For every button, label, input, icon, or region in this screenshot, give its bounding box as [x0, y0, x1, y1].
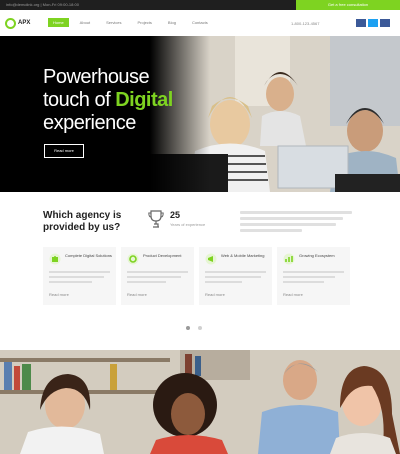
service-card-link[interactable]: Read more: [205, 292, 225, 297]
service-card-title: Complete Digital Solutions: [65, 253, 112, 258]
stat-label: Years of experience: [170, 222, 206, 227]
chart-icon: [283, 253, 295, 265]
service-card[interactable]: Complete Digital Solutions Read more: [43, 247, 116, 305]
nav-item-services[interactable]: Services: [101, 18, 126, 27]
services-section: Which agency is provided by us? 25 Years…: [0, 192, 400, 350]
top-bar: info@demolink.org | Mon-Fri 09:00-18:00 …: [0, 0, 400, 10]
section-description: [240, 211, 352, 235]
gear-icon: [127, 253, 139, 265]
linkedin-icon[interactable]: [380, 19, 390, 27]
service-card-link[interactable]: Read more: [283, 292, 303, 297]
hero-title-line-1: Powerhouse: [43, 66, 150, 88]
logo[interactable]: APX: [5, 17, 30, 29]
nav-item-home[interactable]: Home: [48, 18, 69, 27]
team-photo: [0, 350, 400, 454]
brand-name: APX: [18, 20, 31, 26]
trophy-icon: [148, 210, 164, 228]
nav-item-about[interactable]: About: [75, 18, 95, 27]
contact-info: info@demolink.org | Mon-Fri 09:00-18:00: [6, 2, 79, 7]
service-cards: Complete Digital Solutions Read more Pro…: [43, 247, 350, 305]
twitter-icon[interactable]: [368, 19, 378, 27]
team-photo-illustration: [0, 350, 400, 454]
section-heading: Which agency is provided by us?: [43, 210, 122, 233]
service-card[interactable]: Product Development Read more: [121, 247, 194, 305]
hero-read-more-button[interactable]: Read more: [44, 144, 84, 158]
nav-item-projects[interactable]: Projects: [132, 18, 156, 27]
hero-title-highlight: Digital: [115, 89, 173, 111]
hero-section: Powerhouse touch of Digital experience R…: [0, 36, 400, 192]
hero-title-line-3: experience: [43, 112, 136, 134]
carousel-pagination: [186, 326, 202, 330]
service-card-link[interactable]: Read more: [49, 292, 69, 297]
social-links: [356, 19, 390, 27]
carousel-dot[interactable]: [198, 326, 202, 330]
service-card[interactable]: Growing Ecosystem Read more: [277, 247, 350, 305]
consultation-button[interactable]: Get a free consultation: [296, 0, 400, 10]
nav-item-blog[interactable]: Blog: [163, 18, 181, 27]
puzzle-icon: [49, 253, 61, 265]
facebook-icon[interactable]: [356, 19, 366, 27]
service-card-title: Growing Ecosystem: [299, 253, 335, 258]
service-card[interactable]: Web & Mobile Marketing Read more: [199, 247, 272, 305]
service-card-title: Product Development: [143, 253, 182, 258]
service-card-title: Web & Mobile Marketing: [221, 253, 265, 258]
service-card-link[interactable]: Read more: [127, 292, 147, 297]
logo-mark-icon: [5, 17, 16, 29]
nav-item-contacts[interactable]: Contacts: [187, 18, 213, 27]
main-navigation: APX Home About Services Projects Blog Co…: [0, 10, 400, 37]
hero-title: Powerhouse touch of Digital experience: [43, 66, 173, 135]
menu: Home About Services Projects Blog Contac…: [48, 18, 213, 27]
stat-number: 25: [170, 210, 181, 220]
carousel-dot[interactable]: [186, 326, 190, 330]
hero-title-line-2: touch of: [43, 89, 116, 111]
phone-number[interactable]: 1-800-123-4567: [291, 21, 319, 26]
megaphone-icon: [205, 253, 217, 265]
